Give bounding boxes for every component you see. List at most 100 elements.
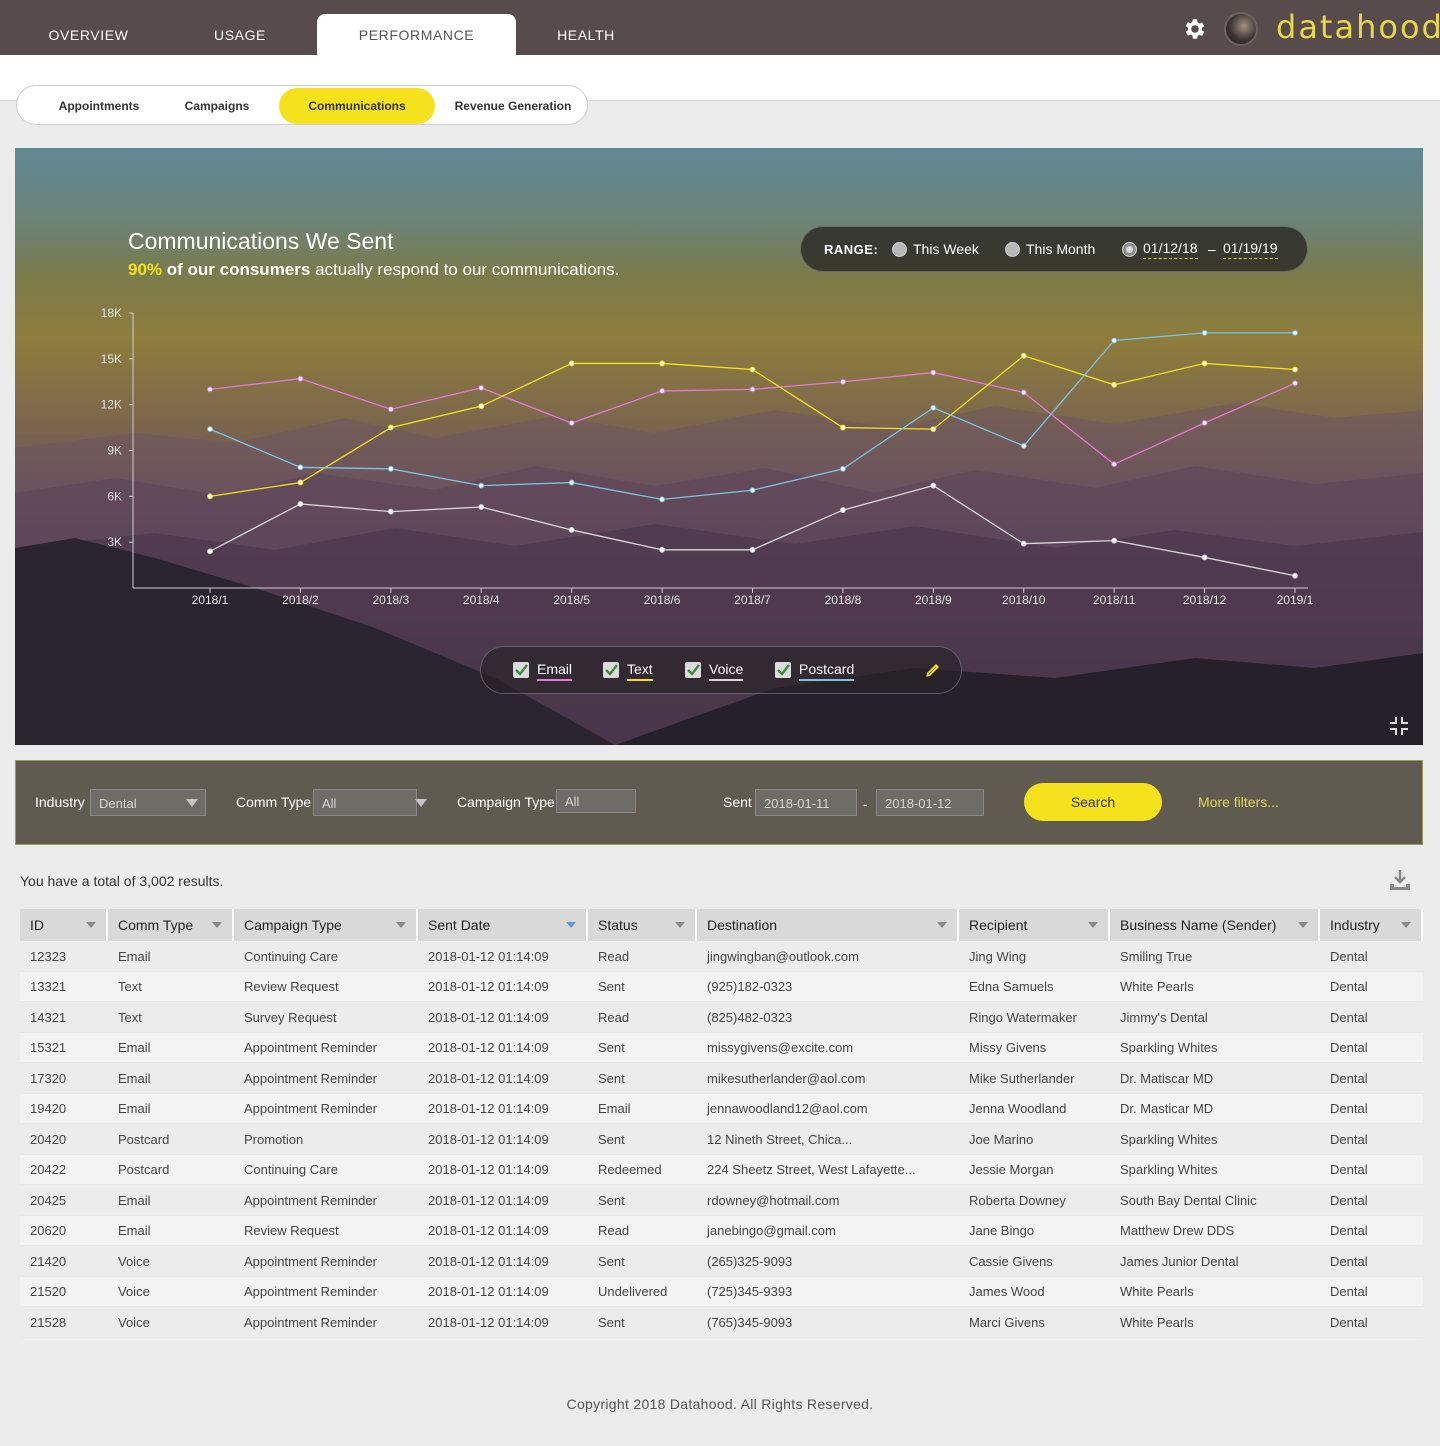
table-cell: 20620 [20,1216,108,1246]
more-filters-link[interactable]: More filters... [1198,794,1279,810]
data-point [930,369,937,376]
chevron-down-icon [186,799,198,807]
chart-lines [207,329,1298,579]
avatar[interactable] [1224,12,1258,46]
campaign-type-select[interactable]: All [556,789,636,813]
legend-voice-checkbox[interactable] [685,662,701,678]
table-row[interactable]: 21520 Voice Appointment Reminder 2018-01-12… [20,1276,1423,1307]
column-header[interactable]: Destination [697,909,959,941]
subtab-campaigns[interactable]: Campaigns [167,88,267,124]
column-header[interactable]: Status [588,909,697,941]
sort-icon[interactable] [212,922,222,928]
sort-icon[interactable] [937,922,947,928]
tab-health[interactable]: HEALTH [540,14,632,55]
table-cell: 2018-01-12 01:14:09 [418,1216,588,1246]
column-header[interactable]: Business Name (Sender) [1110,909,1320,941]
table-row[interactable]: 20422 Postcard Continuing Care 2018-01-12 0… [20,1154,1423,1185]
tab-performance[interactable]: PERFORMANCE [317,14,516,55]
tab-overview[interactable]: OVERVIEW [30,14,147,55]
subtab-appointments[interactable]: Appointments [31,88,167,124]
legend-voice[interactable]: Voice [709,661,744,681]
table-cell: 2018-01-12 01:14:09 [418,1307,588,1337]
campaign-type-label: Campaign Type [457,794,555,810]
industry-select[interactable]: Dental [90,789,206,816]
sent-from-input[interactable]: 2018-01-11 [755,789,857,816]
table-cell: rdowney@hotmail.com [697,1185,959,1215]
collapse-icon[interactable] [1389,716,1409,736]
tab-usage[interactable]: USAGE [190,14,290,55]
table-cell: Jenna Woodland [959,1094,1110,1124]
legend-email-checkbox[interactable] [513,662,529,678]
table-row[interactable]: 15321 Email Appointment Reminder 2018-01-12… [20,1032,1423,1063]
x-tick-label: 2018/9 [915,593,952,607]
search-button[interactable]: Search [1024,783,1162,821]
table-cell: 2018-01-12 01:14:09 [418,1063,588,1093]
table-cell: Survey Request [234,1002,418,1032]
table-cell: Sent [588,1063,697,1093]
filter-bar: Industry Dental Comm Type All Campaign T… [15,760,1423,845]
table-cell: James Wood [959,1277,1110,1307]
sent-to-input[interactable]: 2018-01-12 [876,789,984,816]
legend-text-checkbox[interactable] [603,662,619,678]
sort-icon[interactable] [1298,922,1308,928]
table-cell: 2018-01-12 01:14:09 [418,1155,588,1185]
table-cell: Email [588,1094,697,1124]
table-row[interactable]: 21528 Voice Appointment Reminder 2018-01-12… [20,1307,1423,1338]
data-point [659,360,665,367]
table-cell: (765)345-9093 [697,1307,959,1337]
x-tick-label: 2018/1 [192,593,229,607]
table-cell: 12 Nineth Street, Chica... [697,1124,959,1154]
data-point [749,546,756,553]
data-point [478,482,485,489]
sort-icon[interactable] [1401,922,1411,928]
data-point [207,548,213,555]
column-header[interactable]: Recipient [959,909,1110,941]
table-row[interactable]: 14321 Text Survey Request 2018-01-12 01:14:… [20,1002,1423,1033]
table-cell: 19420 [20,1094,108,1124]
campaign-type-value: All [565,794,580,809]
table-row[interactable]: 13321 Text Review Request 2018-01-12 01:14:… [20,971,1423,1002]
column-header[interactable]: Campaign Type [234,909,418,941]
data-point [930,404,937,411]
sort-icon[interactable] [86,922,96,928]
table-row[interactable]: 12323 Email Continuing Care 2018-01-12 01:1… [20,941,1423,972]
data-point [207,386,213,393]
table-row[interactable]: 17320 Email Appointment Reminder 2018-01-12… [20,1063,1423,1094]
column-header[interactable]: Comm Type [108,909,234,941]
table-row[interactable]: 19420 Email Appointment Reminder 2018-01-12… [20,1093,1423,1124]
column-header[interactable]: Industry [1320,909,1423,941]
pencil-icon[interactable] [924,661,942,679]
sort-icon[interactable] [675,922,685,928]
subtab-revenue-generation[interactable]: Revenue Generation [445,88,581,124]
table-cell: Joe Marino [959,1124,1110,1154]
legend-postcard-checkbox[interactable] [775,662,791,678]
legend-postcard[interactable]: Postcard [799,661,855,681]
sort-icon[interactable] [566,922,576,928]
table-cell: Appointment Reminder [234,1185,418,1215]
gear-icon[interactable] [1182,16,1208,42]
table-cell: Dental [1320,1033,1423,1063]
x-tick-label: 2018/11 [1093,593,1136,607]
data-point [1111,461,1118,468]
table-cell: Postcard [108,1124,234,1154]
legend-text[interactable]: Text [627,661,653,681]
column-header[interactable]: ID [20,909,108,941]
data-point [1292,572,1298,579]
table-row[interactable]: 20620 Email Review Request 2018-01-12 01:14… [20,1215,1423,1246]
comm-type-select[interactable]: All [313,789,427,816]
legend-email[interactable]: Email [537,661,573,681]
subtab-communications[interactable]: Communications [279,88,435,124]
table-body: 12323 Email Continuing Care 2018-01-12 01:1… [20,941,1423,1338]
column-header[interactable]: Sent Date [418,909,588,941]
table-cell: Email [108,1185,234,1215]
data-point [659,546,665,553]
data-point [297,479,304,486]
y-tick-label: 9K [107,444,122,458]
data-point [387,406,394,413]
sort-icon[interactable] [396,922,406,928]
download-icon[interactable] [1388,868,1412,892]
table-row[interactable]: 20420 Postcard Promotion 2018-01-12 01:14:0… [20,1124,1423,1155]
table-row[interactable]: 21420 Voice Appointment Reminder 2018-01-12… [20,1246,1423,1277]
table-row[interactable]: 20425 Email Appointment Reminder 2018-01-12… [20,1185,1423,1216]
sort-icon[interactable] [1088,922,1098,928]
